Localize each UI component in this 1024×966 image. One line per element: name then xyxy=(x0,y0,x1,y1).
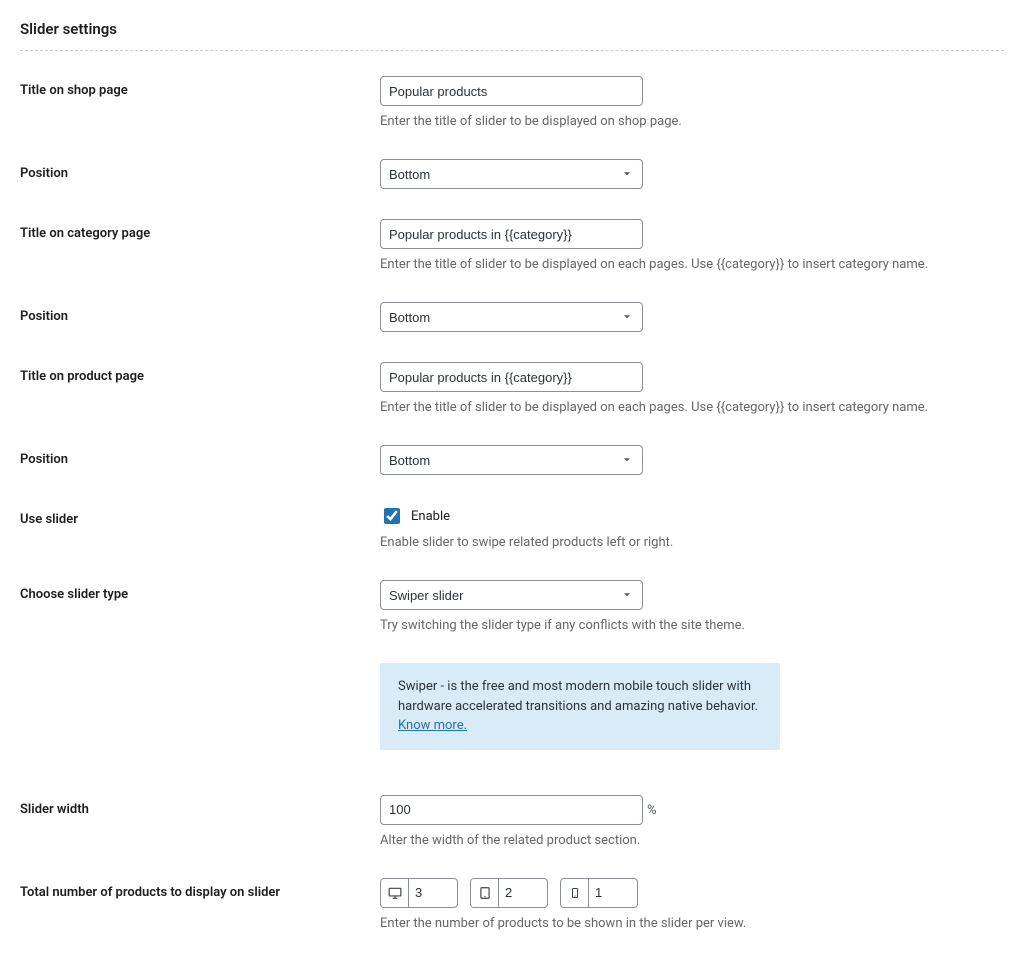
desktop-count-input[interactable] xyxy=(409,879,457,907)
tablet-count-group xyxy=(470,878,548,908)
slider-width-help: Alter the width of the related product s… xyxy=(380,833,994,848)
slider-type-select[interactable]: Swiper slider xyxy=(380,580,643,610)
slider-settings-page: Slider settings Title on shop page Enter… xyxy=(0,0,1024,966)
shop-position-select[interactable]: Bottom xyxy=(380,159,643,189)
product-title-label: Title on product page xyxy=(20,369,144,384)
slider-width-input[interactable] xyxy=(380,795,643,825)
products-count-label: Total number of products to display on s… xyxy=(20,885,280,900)
category-title-help: Enter the title of slider to be displaye… xyxy=(380,257,994,272)
slider-info-text: Swiper - is the free and most modern mob… xyxy=(398,679,758,714)
product-position-select[interactable]: Bottom xyxy=(380,445,643,475)
slider-width-label: Slider width xyxy=(20,802,89,817)
mobile-count-group xyxy=(560,878,638,908)
product-position-label: Position xyxy=(20,452,68,467)
use-slider-label: Use slider xyxy=(20,512,78,527)
desktop-icon xyxy=(381,879,409,907)
desktop-count-group xyxy=(380,878,458,908)
mobile-count-input[interactable] xyxy=(589,879,637,907)
section-title: Slider settings xyxy=(20,20,1004,51)
slider-type-help: Try switching the slider type if any con… xyxy=(380,618,994,633)
settings-form-table: Title on shop page Enter the title of sl… xyxy=(20,61,1004,946)
shop-position-label: Position xyxy=(20,166,68,181)
slider-width-suffix: % xyxy=(647,803,657,818)
use-slider-checkbox-label[interactable]: Enable xyxy=(411,509,450,524)
category-title-input[interactable] xyxy=(380,219,643,249)
category-position-label: Position xyxy=(20,309,68,324)
use-slider-help: Enable slider to swipe related products … xyxy=(380,535,994,550)
mobile-icon xyxy=(561,879,589,907)
products-count-help: Enter the number of products to be shown… xyxy=(380,916,994,931)
shop-title-input[interactable] xyxy=(380,76,643,106)
tablet-icon xyxy=(471,879,499,907)
know-more-link[interactable]: Know more. xyxy=(398,718,467,733)
product-title-help: Enter the title of slider to be displaye… xyxy=(380,400,994,415)
use-slider-checkbox[interactable] xyxy=(384,508,400,524)
tablet-count-input[interactable] xyxy=(499,879,547,907)
category-title-label: Title on category page xyxy=(20,226,150,241)
shop-title-help: Enter the title of slider to be displaye… xyxy=(380,114,994,129)
slider-info-notice: Swiper - is the free and most modern mob… xyxy=(380,663,780,750)
category-position-select[interactable]: Bottom xyxy=(380,302,643,332)
slider-type-label: Choose slider type xyxy=(20,587,128,602)
shop-title-label: Title on shop page xyxy=(20,83,128,98)
product-title-input[interactable] xyxy=(380,362,643,392)
device-inputs-row xyxy=(380,878,994,908)
